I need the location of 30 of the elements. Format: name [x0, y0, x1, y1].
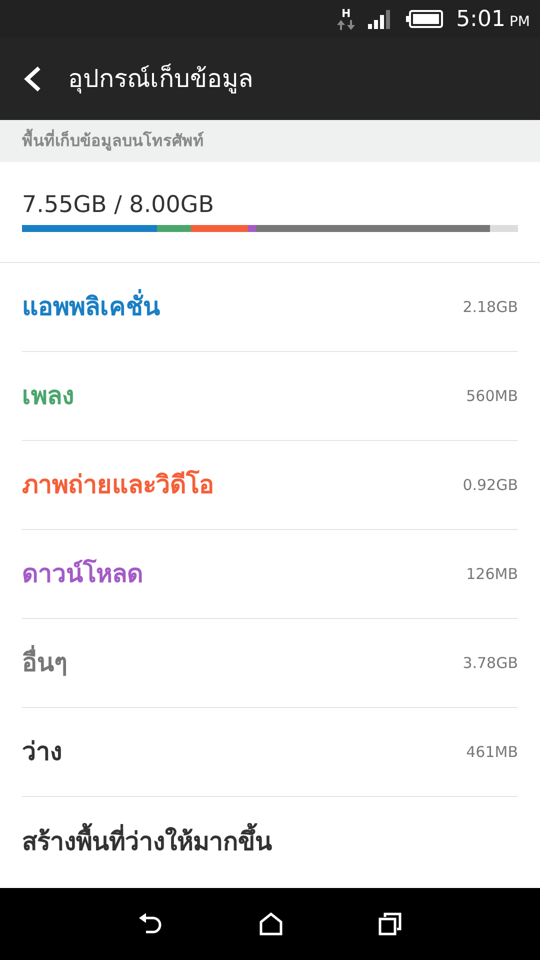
- data-arrows-icon: [336, 18, 356, 30]
- category-label: อื่นๆ: [22, 644, 67, 682]
- section-header: พื้นที่เก็บข้อมูลบนโทรศัพท์: [0, 120, 540, 162]
- clock: 5:01 PM: [456, 6, 530, 34]
- home-icon[interactable]: [258, 912, 283, 936]
- category-label: ว่าง: [22, 736, 62, 768]
- category-label: ดาวน์โหลด: [22, 558, 143, 590]
- category-size: 2.18GB: [462, 296, 518, 318]
- battery-icon: [406, 9, 444, 29]
- category-label: แอพพลิเคชั่น: [22, 288, 160, 326]
- category-size: 461MB: [466, 742, 518, 763]
- storage-row[interactable]: เพลง 560MB: [22, 352, 518, 441]
- category-size: 0.92GB: [462, 474, 518, 496]
- back-nav-icon[interactable]: [138, 912, 164, 936]
- storage-row[interactable]: ดาวน์โหลด 126MB: [22, 530, 518, 619]
- category-label: ภาพถ่ายและวิดีโอ: [22, 468, 214, 502]
- screen-title: อุปกรณ์เก็บข้อมูล: [68, 62, 253, 96]
- storage-row[interactable]: ว่าง 461MB: [22, 708, 518, 797]
- storage-row[interactable]: อื่นๆ 3.78GB: [22, 619, 518, 708]
- storage-row[interactable]: แอพพลิเคชั่น 2.18GB: [22, 263, 518, 352]
- network-type: H: [341, 8, 351, 18]
- storage-row[interactable]: สร้างพื้นที่ว่างให้มากขึ้น: [22, 797, 518, 886]
- storage-row[interactable]: ภาพถ่ายและวิดีโอ 0.92GB: [22, 441, 518, 530]
- recent-apps-icon[interactable]: [378, 912, 402, 936]
- usage-reading: 7.55GB / 8.00GB: [22, 194, 215, 217]
- category-label: เพลง: [22, 380, 74, 412]
- category-label: สร้างพื้นที่ว่างให้มากขึ้น: [22, 822, 272, 860]
- category-size: 560MB: [466, 386, 518, 407]
- category-size: 126MB: [466, 564, 518, 585]
- category-size: 3.78GB: [462, 652, 518, 674]
